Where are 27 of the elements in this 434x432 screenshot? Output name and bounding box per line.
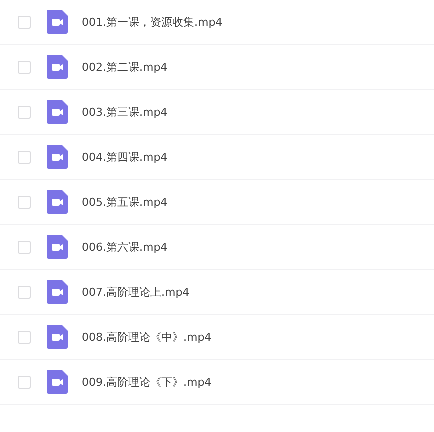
checkbox[interactable] xyxy=(18,240,31,254)
video-file-icon xyxy=(47,100,68,124)
checkbox[interactable] xyxy=(18,106,31,118)
file-name[interactable]: 007.高阶理论上.mp4 xyxy=(82,284,190,300)
video-file-icon xyxy=(47,190,68,214)
video-file-icon xyxy=(47,55,68,79)
file-name[interactable]: 004.第四课.mp4 xyxy=(82,150,168,164)
checkbox[interactable] xyxy=(18,60,31,74)
file-name[interactable]: 009.高阶理论《下》.mp4 xyxy=(82,374,212,390)
video-file-icon xyxy=(47,10,68,34)
checkbox[interactable] xyxy=(18,196,31,208)
file-name[interactable]: 006.第六课.mp4 xyxy=(82,240,168,254)
checkbox[interactable] xyxy=(18,16,31,28)
checkbox[interactable] xyxy=(18,150,31,164)
checkbox[interactable] xyxy=(18,286,31,298)
file-name[interactable]: 003.第三课.mp4 xyxy=(82,104,168,120)
file-name[interactable]: 008.高阶理论《中》.mp4 xyxy=(82,330,212,344)
checkbox[interactable] xyxy=(18,330,31,344)
file-name[interactable]: 005.第五课.mp4 xyxy=(82,194,168,210)
file-name[interactable]: 001.第一课，资源收集.mp4 xyxy=(82,14,223,30)
checkbox[interactable] xyxy=(18,376,31,388)
video-file-icon xyxy=(47,235,68,259)
video-file-icon xyxy=(47,280,68,304)
video-file-icon xyxy=(47,325,68,349)
video-file-icon xyxy=(47,145,68,169)
file-name[interactable]: 002.第二课.mp4 xyxy=(82,60,168,74)
video-file-icon xyxy=(47,370,68,394)
